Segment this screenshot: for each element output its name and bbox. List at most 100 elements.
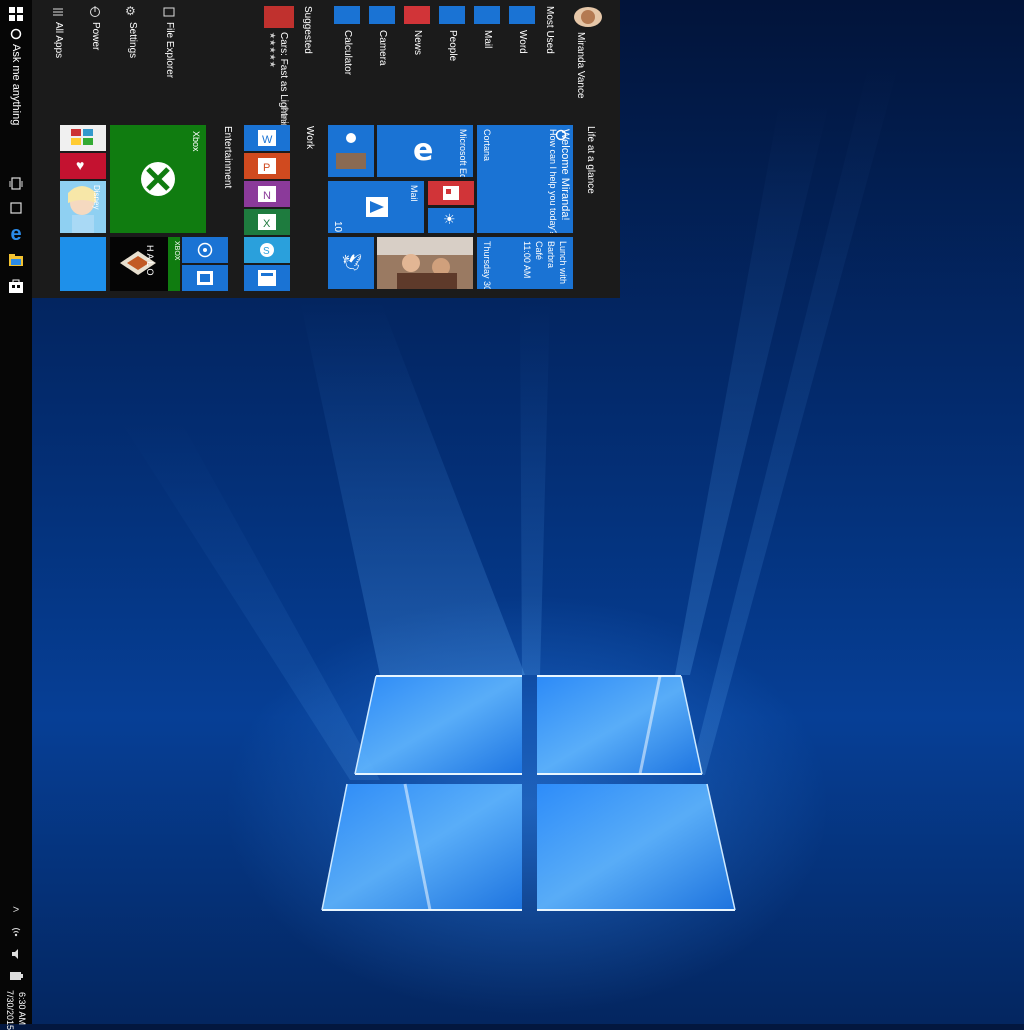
taskbar-app-file-explorer[interactable] xyxy=(4,248,28,272)
film-icon xyxy=(197,271,213,285)
taskbar-app-edge[interactable]: e xyxy=(4,222,28,246)
most-used-word[interactable]: Word xyxy=(509,6,537,54)
edge-tile[interactable]: Microsoft Edge e xyxy=(377,125,473,177)
start-menu: Miranda Vance Most Used Word Mail People… xyxy=(32,0,620,298)
groove-tile[interactable] xyxy=(60,125,106,151)
most-used-camera[interactable]: Camera xyxy=(369,6,397,66)
all-apps-button[interactable]: All Apps xyxy=(48,6,72,58)
task-view-button[interactable] xyxy=(4,172,28,196)
file-explorer-button[interactable]: File Explorer xyxy=(159,6,183,78)
most-used-calculator-label: Calculator xyxy=(342,30,353,76)
most-used-header: Most Used xyxy=(544,6,555,54)
calendar-tile[interactable]: Lunch with Barbra Café 11:00 AM Thursday… xyxy=(477,237,573,289)
most-used-people[interactable]: People xyxy=(439,6,467,61)
clock-button[interactable]: 6:30 AM 7/30/2015 xyxy=(2,988,30,1030)
volume-button[interactable] xyxy=(4,942,28,966)
taskbar-app-tablet[interactable] xyxy=(4,196,28,220)
photos-image xyxy=(377,237,473,289)
all-apps-label: All Apps xyxy=(53,22,64,59)
camera-icon xyxy=(369,6,395,24)
sun-icon: ☀ xyxy=(443,211,456,227)
cortana-welcome: Welcome Miranda! xyxy=(559,129,571,221)
suggested-header: Suggested xyxy=(302,6,313,54)
cars-app-thumbnail xyxy=(264,6,294,28)
calendar-event-line4: 11:00 AM xyxy=(522,241,532,279)
power-icon xyxy=(90,6,100,17)
mail-tile-label: Mail xyxy=(409,185,419,202)
start-button[interactable] xyxy=(4,2,28,26)
network-button[interactable] xyxy=(4,920,28,944)
onenote-tile[interactable]: N xyxy=(244,181,290,207)
disney-tile-label: Disney xyxy=(92,185,101,210)
battery-icon xyxy=(10,972,23,980)
cortana-subtitle: How can I help you today? xyxy=(548,129,558,233)
user-name: Miranda Vance xyxy=(575,32,586,99)
word-icon xyxy=(509,6,535,24)
disney-tile[interactable]: Disney xyxy=(60,181,106,233)
user-account-button[interactable]: Miranda Vance xyxy=(573,6,605,99)
excel-tile[interactable]: X xyxy=(244,209,290,235)
store-bag-icon xyxy=(9,279,23,293)
most-used-news[interactable]: News xyxy=(404,6,432,56)
gear-icon: ⚙ xyxy=(125,4,136,18)
skype-icon: S xyxy=(260,243,274,257)
windows-logo-icon xyxy=(9,7,23,21)
xbox-badge-label: XBOX xyxy=(173,241,180,261)
calculator-tile[interactable] xyxy=(244,265,290,291)
calendar-event-line1: Lunch with xyxy=(558,241,568,285)
music-tile[interactable] xyxy=(182,237,228,263)
minecraft-tile[interactable] xyxy=(60,237,106,291)
settings-button[interactable]: ⚙ Settings xyxy=(122,4,146,59)
xbox-logo-icon xyxy=(141,162,175,196)
xbox-tile-label: Xbox xyxy=(191,131,201,152)
movies-tv-tile[interactable] xyxy=(182,265,228,291)
taskbar-app-store[interactable] xyxy=(4,274,28,298)
mail-icon xyxy=(474,6,500,24)
most-used-mail[interactable]: Mail xyxy=(474,6,502,54)
cortana-tile[interactable]: Welcome Miranda! How can I help you toda… xyxy=(477,125,573,233)
word-tile[interactable]: W xyxy=(244,125,290,151)
chevron-up-icon: > xyxy=(12,904,20,916)
calendar-event-line2: Barbra xyxy=(546,241,556,269)
mail-tile[interactable]: Mail 10 xyxy=(328,181,424,233)
clock-date: 7/30/2015 xyxy=(5,990,15,1030)
iheartradio-tile[interactable]: ♥ xyxy=(60,153,106,179)
most-used-calculator[interactable]: Calculator xyxy=(334,6,362,75)
powerpoint-icon: P xyxy=(258,158,276,174)
word-icon: W xyxy=(258,130,276,146)
people-icon xyxy=(439,6,465,24)
powerpoint-tile[interactable]: P xyxy=(244,153,290,179)
edge-icon: e xyxy=(10,222,22,245)
battery-button[interactable] xyxy=(4,964,28,988)
power-button[interactable]: Power xyxy=(85,6,109,52)
suggested-app-cars[interactable]: Cars: Fast as Lightning ★★★★★ Free xyxy=(262,6,296,135)
svg-text:X: X xyxy=(263,218,271,230)
svg-text:P: P xyxy=(263,162,270,174)
group-header-entertainment: Entertainment xyxy=(222,126,233,189)
user-avatar xyxy=(574,7,602,27)
onenote-icon: N xyxy=(258,186,276,202)
people-tile[interactable] xyxy=(328,125,374,177)
news-tile[interactable] xyxy=(428,181,474,205)
calculator-icon xyxy=(258,270,276,286)
news-icon xyxy=(443,186,459,200)
halo-tile[interactable]: XBOX HALO xyxy=(110,237,180,291)
heart-icon: ♥ xyxy=(76,157,85,173)
xbox-tile[interactable]: Xbox xyxy=(110,125,206,233)
svg-text:S: S xyxy=(263,246,270,257)
search-placeholder: Ask me anything xyxy=(10,44,22,126)
most-used-news-label: News xyxy=(412,30,423,56)
skype-tile[interactable]: S xyxy=(244,237,290,263)
clock-time: 6:30 AM xyxy=(17,992,27,1026)
group-header-work: Work xyxy=(304,126,315,150)
weather-tile[interactable]: ☀ xyxy=(428,208,474,233)
cortana-search-box[interactable]: Ask me anything xyxy=(6,28,26,125)
excel-icon: X xyxy=(258,214,276,230)
suggested-app-rating: ★★★★★ xyxy=(268,32,277,68)
twitter-tile[interactable]: 🕊 xyxy=(328,237,374,289)
svg-text:N: N xyxy=(263,190,271,202)
show-hidden-icons-button[interactable]: > xyxy=(4,898,28,922)
photos-tile[interactable] xyxy=(377,237,473,289)
settings-label: Settings xyxy=(127,22,138,59)
mail-icon xyxy=(366,197,388,217)
